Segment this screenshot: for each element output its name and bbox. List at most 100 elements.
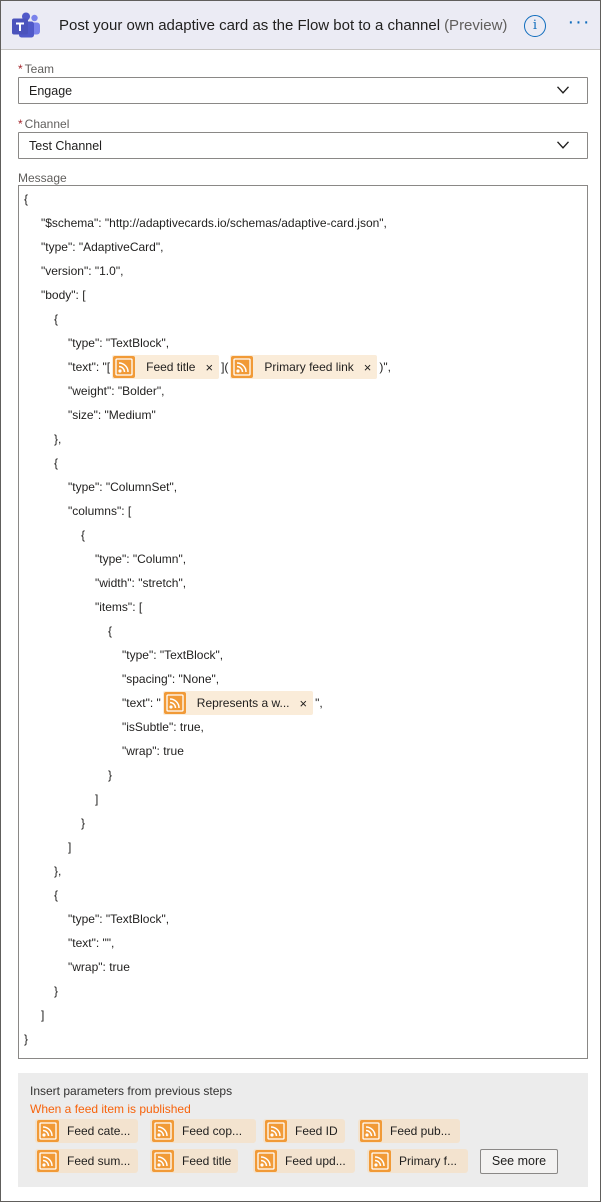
rss-icon — [37, 1120, 59, 1142]
rss-icon — [231, 356, 254, 378]
code-text: "items": [ — [95, 600, 143, 614]
panel-trigger-name: When a feed item is published — [30, 1102, 191, 1116]
rss-icon — [360, 1120, 382, 1142]
preview-label: (Preview) — [444, 17, 508, 34]
dynamic-token[interactable]: Represents a w... × — [162, 691, 314, 715]
chip-label: Feed cate... — [67, 1124, 131, 1138]
team-dropdown[interactable]: Engage — [18, 77, 588, 104]
required-marker: * — [18, 62, 23, 76]
code-text: "text": " — [122, 696, 161, 710]
code-line: "width": "stretch", — [95, 571, 186, 595]
code-line: "type": "Column", — [95, 547, 186, 571]
action-card: Post your own adaptive card as the Flow … — [0, 0, 601, 1202]
code-text: ", — [315, 696, 323, 710]
code-text: "type": "Column", — [95, 552, 187, 566]
code-text: "wrap": true — [122, 744, 184, 758]
remove-token-icon[interactable]: × — [205, 360, 213, 375]
message-editor[interactable]: { "$schema": "http://adaptivecards.io/sch… — [18, 185, 588, 1059]
code-line: } — [54, 979, 58, 1003]
code-text: "spacing": "None", — [122, 672, 220, 686]
code-text: "wrap": true — [68, 960, 130, 974]
code-line: } — [24, 1027, 28, 1051]
code-text: "weight": "Bolder", — [68, 384, 165, 398]
code-line: } — [81, 811, 85, 835]
rss-icon — [37, 1150, 59, 1172]
chip-label: Feed cop... — [182, 1124, 243, 1138]
parameter-chip[interactable]: Feed cop... — [150, 1119, 256, 1143]
code-text: ]( — [221, 360, 229, 374]
dynamic-content-panel: Insert parameters from previous steps Wh… — [18, 1073, 588, 1187]
token-label: Primary feed link — [264, 360, 354, 374]
channel-dropdown[interactable]: Test Channel — [18, 132, 588, 159]
code-line: "items": [ — [95, 595, 142, 619]
code-line: "text": "[Feed title ×](Primary feed link… — [68, 355, 391, 379]
remove-token-icon[interactable]: × — [364, 360, 372, 375]
code-line: "$schema": "http://adaptivecards.io/sche… — [41, 211, 387, 235]
parameter-chip[interactable]: Feed pub... — [358, 1119, 460, 1143]
action-header[interactable]: Post your own adaptive card as the Flow … — [1, 1, 600, 50]
parameter-chip[interactable]: Feed upd... — [253, 1149, 355, 1173]
code-line: "spacing": "None", — [122, 667, 219, 691]
chip-label: Feed ID — [295, 1124, 338, 1138]
code-line: ] — [41, 1003, 44, 1027]
code-line: "text": " Represents a w... × ", — [122, 691, 323, 715]
code-line: "type": "TextBlock", — [68, 331, 169, 355]
code-line: { — [24, 187, 28, 211]
code-text: "isSubtle": true, — [122, 720, 204, 734]
code-text: "type": "TextBlock", — [68, 336, 170, 350]
channel-value: Test Channel — [29, 139, 102, 153]
code-line: "wrap": true — [68, 955, 130, 979]
action-title: Post your own adaptive card as the Flow … — [59, 17, 507, 34]
code-line: "body": [ — [41, 283, 86, 307]
code-text: ] — [95, 792, 99, 806]
chevron-down-icon — [557, 86, 569, 94]
code-text: "version": "1.0", — [41, 264, 124, 278]
rss-icon — [152, 1150, 174, 1172]
code-text: { — [54, 312, 59, 326]
more-icon[interactable]: ··· — [567, 12, 591, 37]
panel-heading: Insert parameters from previous steps — [30, 1084, 233, 1098]
parameter-chip[interactable]: Feed sum... — [35, 1149, 138, 1173]
chip-label: Feed upd... — [285, 1154, 346, 1168]
channel-label: * Channel — [18, 117, 69, 131]
code-line: "columns": [ — [68, 499, 131, 523]
code-text: "size": "Medium" — [68, 408, 156, 422]
message-label: Message — [18, 171, 67, 185]
code-line: "text": "", — [68, 931, 114, 955]
token-label: Feed title — [146, 360, 196, 374]
parameter-chip[interactable]: Feed title — [150, 1149, 238, 1173]
code-text: ] — [41, 1008, 45, 1022]
code-text: { — [54, 456, 59, 470]
chip-label: Feed title — [182, 1154, 232, 1168]
code-text: "columns": [ — [68, 504, 132, 518]
code-line: { — [108, 619, 112, 643]
rss-icon — [113, 356, 136, 378]
code-text: )", — [379, 360, 391, 374]
see-more-button[interactable]: See more — [480, 1149, 558, 1174]
code-text: } — [54, 984, 59, 998]
parameter-chip[interactable]: Primary f... — [367, 1149, 468, 1173]
dynamic-token[interactable]: Primary feed link × — [230, 355, 378, 379]
parameter-chip[interactable]: Feed ID — [263, 1119, 345, 1143]
code-line: { — [81, 523, 85, 547]
code-line: "weight": "Bolder", — [68, 379, 164, 403]
code-text: { — [24, 192, 29, 206]
team-label: * Team — [18, 62, 54, 76]
code-text: "body": [ — [41, 288, 86, 302]
code-text: "type": "ColumnSet", — [68, 480, 178, 494]
code-text: "width": "stretch", — [95, 576, 187, 590]
code-line: "isSubtle": true, — [122, 715, 204, 739]
dynamic-token[interactable]: Feed title × — [112, 355, 220, 379]
code-text: "text": "[ — [68, 360, 111, 374]
code-text: { — [54, 888, 59, 902]
code-line: }, — [54, 427, 61, 451]
channel-label-text: Channel — [24, 117, 70, 131]
code-text: "text": "", — [68, 936, 115, 950]
parameter-chip[interactable]: Feed cate... — [35, 1119, 138, 1143]
code-text: }, — [54, 432, 62, 446]
code-line: { — [54, 883, 58, 907]
code-line: "type": "ColumnSet", — [68, 475, 177, 499]
info-icon[interactable]: i — [524, 15, 546, 37]
code-line: } — [108, 763, 112, 787]
remove-token-icon[interactable]: × — [300, 696, 308, 711]
